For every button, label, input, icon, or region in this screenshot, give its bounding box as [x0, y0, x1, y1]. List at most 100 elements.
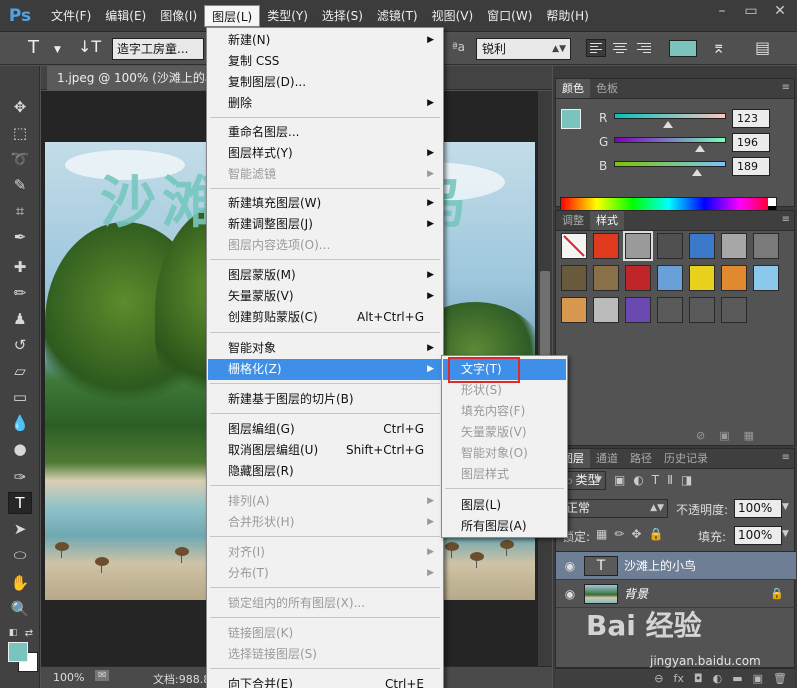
layer-menu-item-11[interactable]: 矢量蒙版(V) ▶ — [208, 286, 442, 307]
channel-value-field[interactable]: 123 — [732, 109, 770, 128]
opacity-dropdown-icon[interactable]: ▼ — [782, 502, 789, 512]
layer-menu-item-8[interactable]: 新建调整图层(J) ▶ — [208, 214, 442, 235]
layer-row-text[interactable]: ◉ T 沙滩上的小鸟 — [556, 552, 796, 580]
layer-menu-item-25[interactable]: 选择链接图层(S) — [208, 644, 442, 665]
group-icon[interactable]: ▬ — [732, 672, 742, 685]
layer-menu-item-15[interactable]: 新建基于图层的切片(B) — [208, 389, 442, 410]
gradient-tool-icon[interactable]: ▭ — [8, 386, 32, 408]
channel-slider-track[interactable] — [614, 113, 726, 119]
layer-filter-select[interactable]: ρ 类型 ▼ — [562, 471, 606, 490]
fill-dropdown-icon[interactable]: ▼ — [782, 529, 789, 539]
layer-menu-item-16[interactable]: 图层编组(G) Ctrl+G — [208, 419, 442, 440]
brown-style-icon[interactable] — [561, 265, 587, 291]
marquee-tool-icon[interactable]: ⬚ — [8, 122, 32, 144]
gray-frame-style-icon[interactable] — [623, 231, 653, 261]
rasterize-item-1[interactable]: 形状(S) — [443, 380, 566, 401]
brush-tool-icon[interactable]: ✏ — [8, 282, 32, 304]
history-brush-tool-icon[interactable]: ↺ — [8, 334, 32, 356]
layer-name[interactable]: 沙滩上的小鸟 — [624, 557, 696, 574]
eraser-tool-icon[interactable]: ▱ — [8, 360, 32, 382]
blur-tool-icon[interactable]: 💧 — [8, 412, 32, 434]
menu-item-1[interactable]: 编辑(E) — [98, 5, 153, 27]
healing-brush-tool-icon[interactable]: ✚ — [8, 256, 32, 278]
none-style-icon[interactable] — [561, 233, 587, 259]
tab-paths[interactable]: 路径 — [624, 449, 658, 468]
text-color-swatch[interactable] — [669, 40, 697, 57]
checker-style-icon[interactable] — [593, 297, 619, 323]
menu-item-3[interactable]: 图层(L) — [204, 4, 261, 27]
channel-slider-track[interactable] — [614, 137, 726, 143]
layer-menu-item-3[interactable]: 删除 ▶ — [208, 93, 442, 114]
empty-style-icon[interactable] — [721, 297, 747, 323]
tab-history[interactable]: 历史记录 — [658, 449, 714, 468]
orange-style-icon[interactable] — [721, 265, 747, 291]
document-tab[interactable]: 1.jpeg @ 100% (沙滩上的小 — [47, 66, 227, 90]
tab-styles[interactable]: 样式 — [590, 211, 624, 230]
tab-adjustments[interactable]: 调整 — [556, 211, 590, 230]
swap-colors-icon[interactable]: ⇄ — [22, 622, 36, 644]
zoom-level[interactable]: 100% — [53, 671, 84, 684]
close-icon[interactable]: ✕ — [765, 2, 795, 20]
blend-mode-select[interactable]: 正常 ▲▼ — [562, 499, 668, 518]
quick-select-tool-icon[interactable]: ✎ — [8, 174, 32, 196]
fill-field[interactable]: 100% — [734, 526, 782, 545]
layer-menu-item-12[interactable]: 创建剪贴蒙版(C) Alt+Ctrl+G — [208, 307, 442, 328]
layer-filter-icons[interactable]: ▣◐TⅡ◨ — [614, 473, 700, 487]
type-tool-icon[interactable]: T — [8, 492, 32, 514]
menu-item-8[interactable]: 窗口(W) — [480, 5, 539, 27]
panel-menu-icon[interactable]: ≡ — [782, 452, 790, 463]
eye-icon[interactable]: ◉ — [556, 587, 584, 601]
menu-item-2[interactable]: 图像(I) — [153, 5, 204, 27]
gray-gradient-style-icon[interactable] — [753, 233, 779, 259]
layer-menu-item-26[interactable]: 向下合并(E) Ctrl+E — [208, 674, 442, 688]
rasterize-item-2[interactable]: 填充内容(F) — [443, 401, 566, 422]
tab-swatches[interactable]: 色板 — [590, 79, 624, 98]
layer-menu-item-18[interactable]: 隐藏图层(R) — [208, 461, 442, 482]
channel-slider-track[interactable] — [614, 161, 726, 167]
new-layer-icon[interactable]: ▣ — [753, 672, 763, 685]
crop-tool-icon[interactable]: ⌗ — [8, 200, 32, 222]
layer-menu-item-10[interactable]: 图层蒙版(M) ▶ — [208, 265, 442, 286]
layer-menu-item-9[interactable]: 图层内容选项(O)... — [208, 235, 442, 256]
yellow-style-icon[interactable] — [689, 265, 715, 291]
adjustment-icon[interactable]: ◐ — [713, 672, 723, 685]
link-icon[interactable]: ⊖ — [654, 672, 663, 685]
layer-menu-item-0[interactable]: 新建(N) ▶ — [208, 30, 442, 51]
menu-item-0[interactable]: 文件(F) — [44, 5, 98, 27]
rainbow-style-icon[interactable] — [657, 265, 683, 291]
layer-menu-item-5[interactable]: 图层样式(Y) ▶ — [208, 143, 442, 164]
minimize-icon[interactable]: – — [707, 2, 737, 20]
tab-color[interactable]: 颜色 — [556, 79, 590, 98]
menu-item-9[interactable]: 帮助(H) — [539, 5, 595, 27]
layer-menu-item-23[interactable]: 锁定组内的所有图层(X)... — [208, 593, 442, 614]
character-panel-icon[interactable]: ▤ — [755, 38, 770, 57]
layer-menu-item-19[interactable]: 排列(A) ▶ — [208, 491, 442, 512]
tan-style-icon[interactable] — [593, 265, 619, 291]
panel-menu-icon[interactable]: ≡ — [782, 214, 790, 225]
lightblue-style-icon[interactable] — [753, 265, 779, 291]
rasterize-item-5[interactable]: 图层样式 — [443, 464, 566, 485]
layer-menu-item-14[interactable]: 栅格化(Z) ▶ — [208, 359, 442, 380]
slider-knob[interactable] — [662, 121, 673, 128]
channel-value-field[interactable]: 196 — [732, 133, 770, 152]
shape-tool-icon[interactable]: ⬭ — [8, 544, 32, 566]
layer-menu-item-2[interactable]: 复制图层(D)... — [208, 72, 442, 93]
layer-menu-item-22[interactable]: 分布(T) ▶ — [208, 563, 442, 584]
layer-menu-item-20[interactable]: 合并形状(H) ▶ — [208, 512, 442, 533]
purple-style-icon[interactable] — [625, 297, 651, 323]
zoom-tool-icon[interactable]: 🔍 — [8, 598, 32, 620]
rasterize-item-6[interactable]: 图层(L) — [443, 495, 566, 516]
red-glow-style-icon[interactable] — [593, 233, 619, 259]
hand-tool-icon[interactable]: ✋ — [8, 572, 32, 594]
move-tool-icon[interactable]: ✥ — [8, 96, 32, 118]
dodge-tool-icon[interactable]: ● — [8, 438, 32, 460]
layer-menu-item-21[interactable]: 对齐(I) ▶ — [208, 542, 442, 563]
antialias-select[interactable]: 锐利 ▲▼ — [476, 38, 571, 60]
path-select-tool-icon[interactable]: ➤ — [8, 518, 32, 540]
restore-icon[interactable]: ▭ — [736, 2, 766, 20]
tool-preset-dropdown-icon[interactable]: ▼ — [54, 45, 61, 55]
rasterize-item-7[interactable]: 所有图层(A) — [443, 516, 566, 537]
toggle-orientation-icon[interactable]: ↓T — [78, 37, 101, 56]
status-info-icon[interactable]: ✉ — [95, 670, 110, 681]
lasso-tool-icon[interactable]: ➰ — [8, 148, 32, 170]
